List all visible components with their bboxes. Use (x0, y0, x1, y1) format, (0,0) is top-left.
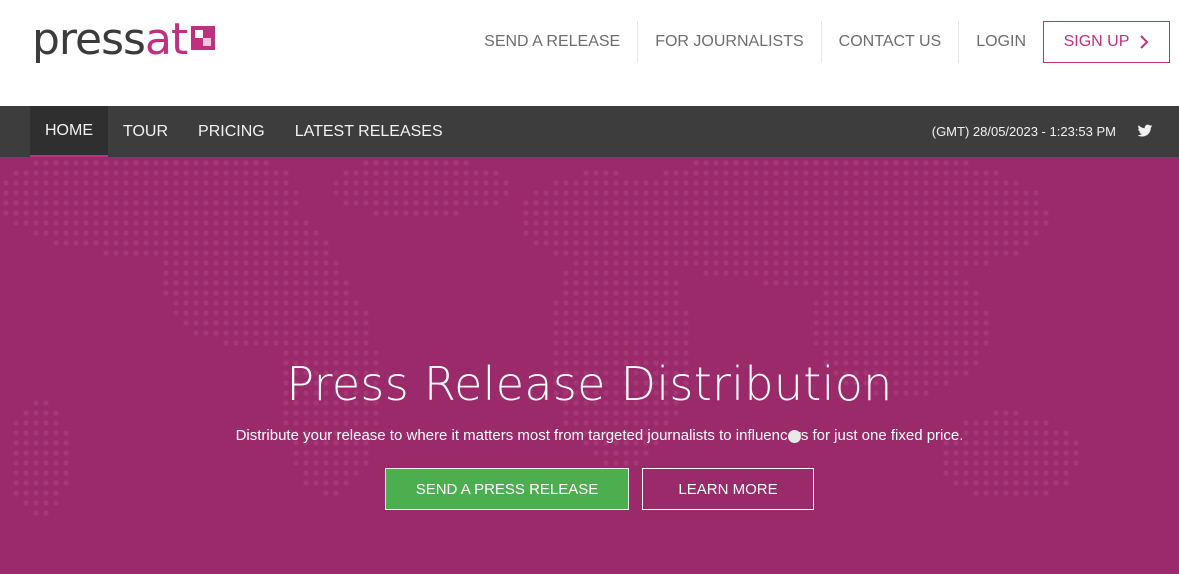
sign-up-button[interactable]: SIGN UP (1043, 21, 1170, 63)
top-nav-contact-us[interactable]: CONTACT US (822, 21, 960, 63)
main-nav: HOME TOUR PRICING LATEST RELEASES (GMT) … (0, 106, 1179, 157)
send-press-release-button[interactable]: SEND A PRESS RELEASE (385, 468, 629, 510)
top-nav: SEND A RELEASE FOR JOURNALISTS CONTACT U… (467, 21, 1170, 63)
mouse-cursor (788, 430, 801, 443)
logo-square-icon (191, 26, 216, 50)
hero-subtitle: Distribute your release to where it matt… (235, 427, 964, 444)
logo-press: press (32, 14, 146, 65)
logo-text: pressat (32, 18, 188, 62)
main-nav-home[interactable]: HOME (30, 106, 108, 157)
hero-title: Press Release Distribution (286, 357, 893, 411)
top-nav-login[interactable]: LOGIN (959, 21, 1043, 63)
main-nav-tour[interactable]: TOUR (108, 106, 183, 157)
gmt-clock: (GMT) 28/05/2023 - 1:23:53 PM (931, 124, 1116, 139)
main-nav-items: HOME TOUR PRICING LATEST RELEASES (30, 106, 458, 157)
main-nav-latest-releases[interactable]: LATEST RELEASES (280, 106, 458, 157)
top-nav-send-release[interactable]: SEND A RELEASE (467, 21, 639, 63)
logo-at: at (144, 14, 188, 65)
pressat-logo[interactable]: pressat (32, 14, 216, 66)
main-nav-pricing[interactable]: PRICING (183, 106, 280, 157)
hero-section: Press Release Distribution Distribute yo… (0, 157, 1179, 574)
top-header: pressat SEND A RELEASE FOR JOURNALISTS C… (0, 0, 1179, 106)
twitter-icon[interactable] (1137, 123, 1153, 139)
hero-buttons: SEND A PRESS RELEASE LEARN MORE (385, 468, 814, 510)
learn-more-button[interactable]: LEARN MORE (642, 468, 814, 510)
top-nav-for-journalists[interactable]: FOR JOURNALISTS (638, 21, 822, 63)
sign-up-label: SIGN UP (1063, 33, 1130, 50)
chevron-right-icon (1140, 35, 1149, 49)
